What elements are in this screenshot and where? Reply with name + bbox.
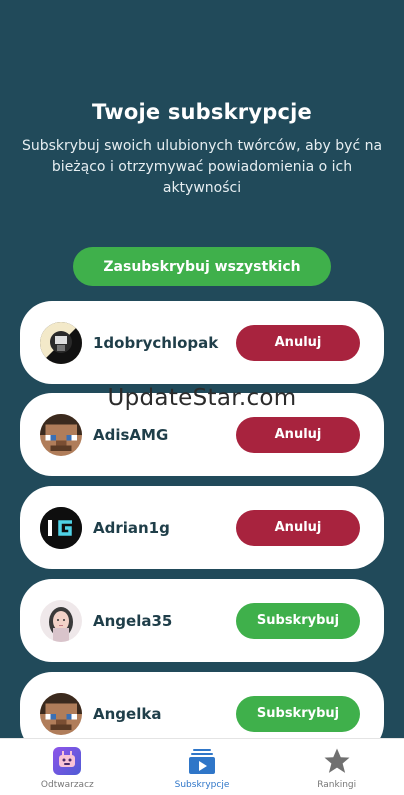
avatar bbox=[40, 321, 82, 364]
creator-name: Adrian1g bbox=[93, 518, 170, 537]
page-subtitle: Subskrybuj swoich ulubionych twórców, ab… bbox=[21, 138, 383, 196]
tab-label: Rankingi bbox=[317, 779, 357, 790]
subscribe-button[interactable]: Subskrybuj bbox=[236, 602, 360, 639]
tab-label: Odtwarzacz bbox=[40, 779, 94, 790]
avatar bbox=[40, 506, 82, 549]
creator-name: Angelka bbox=[93, 704, 162, 723]
avatar bbox=[40, 413, 82, 456]
subscriptions-icon bbox=[186, 745, 218, 777]
cancel-button[interactable]: Anuluj bbox=[236, 509, 360, 546]
tab-player[interactable]: Odtwarzacz bbox=[0, 739, 135, 795]
star-icon bbox=[321, 745, 353, 777]
creator-name: 1dobrychlopak bbox=[93, 333, 219, 352]
tab-subscriptions[interactable]: Subskrypcje bbox=[135, 739, 270, 795]
avatar bbox=[40, 692, 82, 735]
creator-card: Angela35 Subskrybuj bbox=[20, 579, 384, 662]
tab-label: Subskrypcje bbox=[174, 779, 230, 790]
player-icon bbox=[51, 745, 83, 777]
cancel-button[interactable]: Anuluj bbox=[236, 324, 360, 361]
creator-card: 1dobrychlopak Anuluj bbox=[20, 301, 384, 384]
page-title: Twoje subskrypcje bbox=[92, 100, 312, 124]
creator-name: AdisAMG bbox=[93, 425, 169, 444]
creator-name: Angela35 bbox=[93, 611, 173, 630]
tab-rankings[interactable]: Rankingi bbox=[269, 739, 404, 795]
avatar bbox=[40, 599, 82, 642]
subscribe-all-button[interactable]: Zasubskrybuj wszystkich bbox=[73, 247, 331, 286]
creator-card: AdisAMG Anuluj bbox=[20, 393, 384, 476]
subscribe-button[interactable]: Subskrybuj bbox=[236, 695, 360, 732]
header: Twoje subskrypcje Subskrybuj swoich ulub… bbox=[0, 100, 404, 199]
tab-bar: Odtwarzacz Subskrypcje Rankingi bbox=[0, 738, 404, 795]
creator-card: Adrian1g Anuluj bbox=[20, 486, 384, 569]
cancel-button[interactable]: Anuluj bbox=[236, 416, 360, 453]
